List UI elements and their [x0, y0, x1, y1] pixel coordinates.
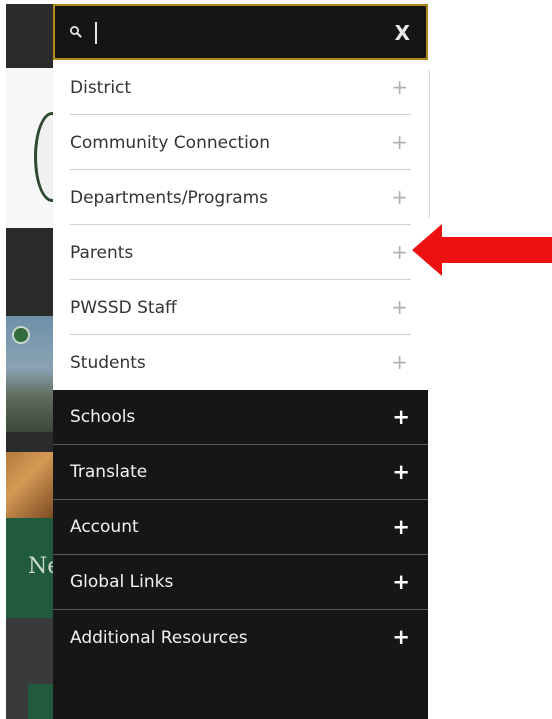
- menu-item-label: District: [70, 77, 132, 98]
- menu-item-community-connection[interactable]: Community Connection +: [53, 115, 428, 170]
- menu-item-label: Community Connection: [70, 132, 270, 153]
- secondary-menu-list: Schools + Translate + Account + Global L…: [53, 390, 428, 665]
- expand-plus-icon[interactable]: +: [391, 75, 408, 99]
- menu-item-district[interactable]: District +: [53, 60, 428, 115]
- menu-item-label: Schools: [70, 407, 136, 427]
- mobile-menu: X District + Community Connection + Depa…: [53, 4, 428, 719]
- menu-item-additional-resources[interactable]: Additional Resources +: [53, 610, 428, 665]
- menu-item-label: Parents: [70, 242, 134, 263]
- search-icon: [70, 26, 82, 38]
- menu-item-parents[interactable]: Parents +: [53, 225, 428, 280]
- menu-item-label: Additional Resources: [70, 627, 248, 648]
- expand-plus-icon[interactable]: +: [391, 350, 408, 374]
- expand-plus-icon[interactable]: +: [391, 240, 408, 264]
- background-green-bar: [28, 684, 54, 719]
- expand-plus-icon[interactable]: +: [391, 185, 408, 209]
- background-photo-people: [6, 452, 54, 518]
- expand-plus-icon[interactable]: +: [392, 460, 410, 484]
- expand-plus-icon[interactable]: +: [392, 570, 410, 594]
- annotation-arrow-icon: [412, 224, 552, 276]
- menu-item-label: Translate: [70, 462, 148, 482]
- search-bar: X: [53, 4, 428, 60]
- menu-item-label: Students: [70, 352, 146, 373]
- menu-item-pwssd-staff[interactable]: PWSSD Staff +: [53, 280, 428, 335]
- menu-item-global-links[interactable]: Global Links +: [53, 555, 428, 610]
- menu-item-label: Departments/Programs: [70, 187, 269, 208]
- close-icon[interactable]: X: [395, 20, 410, 46]
- expand-plus-icon[interactable]: +: [391, 130, 408, 154]
- menu-item-departments-programs[interactable]: Departments/Programs +: [53, 170, 428, 225]
- search-input[interactable]: [103, 18, 383, 48]
- primary-menu-list: District + Community Connection + Depart…: [53, 60, 428, 390]
- menu-item-label: Global Links: [70, 572, 174, 592]
- text-cursor: [95, 22, 97, 44]
- expand-plus-icon[interactable]: +: [392, 515, 410, 539]
- expand-plus-icon[interactable]: +: [392, 625, 410, 649]
- expand-plus-icon[interactable]: +: [392, 405, 410, 429]
- menu-item-account[interactable]: Account +: [53, 500, 428, 555]
- menu-item-label: PWSSD Staff: [70, 297, 177, 318]
- expand-plus-icon[interactable]: +: [391, 295, 408, 319]
- background-badge-icon: [12, 326, 30, 344]
- menu-item-schools[interactable]: Schools +: [53, 390, 428, 445]
- menu-item-label: Account: [70, 517, 139, 537]
- menu-item-translate[interactable]: Translate +: [53, 445, 428, 500]
- menu-item-students[interactable]: Students +: [53, 335, 428, 390]
